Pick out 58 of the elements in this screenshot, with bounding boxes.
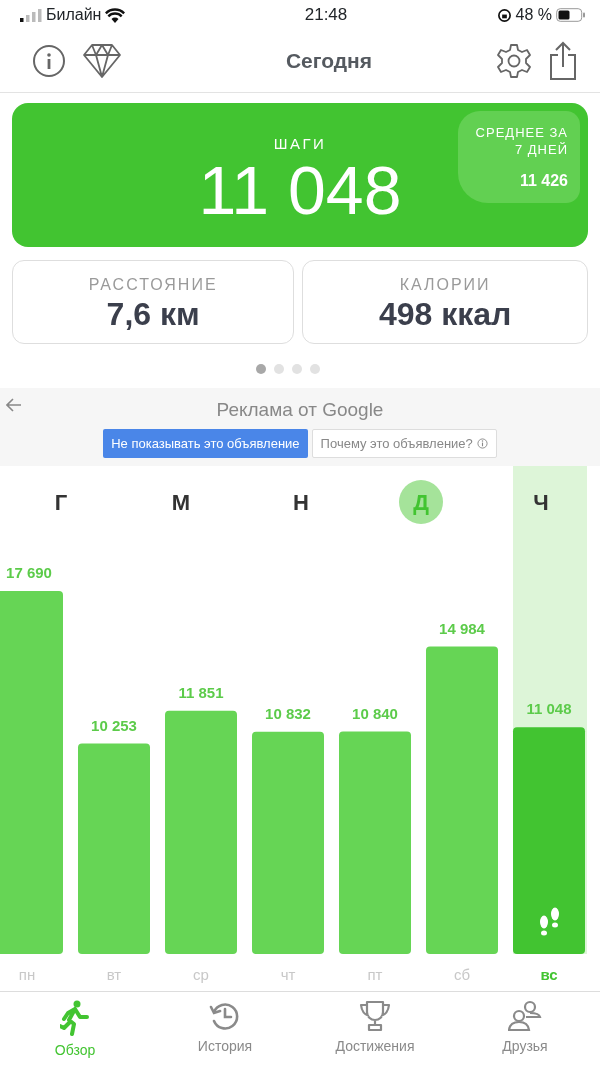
runner-icon xyxy=(60,1000,90,1036)
steps-value: 11 048 xyxy=(198,151,402,228)
friends-icon xyxy=(508,1000,542,1032)
tab[interactable]: Достижения xyxy=(300,992,450,1064)
trophy-icon xyxy=(359,1000,391,1032)
battery-percent: 48 % xyxy=(515,5,552,25)
stat-label: РАССТОЯНИЕ xyxy=(88,276,218,293)
history-icon xyxy=(209,1000,241,1032)
page-dot[interactable] xyxy=(292,364,302,374)
bar-value: 10 832 xyxy=(265,704,311,722)
average-value: 11 426 xyxy=(519,171,568,189)
bar[interactable] xyxy=(252,731,324,954)
settings-icon[interactable] xyxy=(496,43,532,79)
ad-letter: Г xyxy=(53,488,69,517)
bar[interactable] xyxy=(165,710,237,954)
rotation-lock-icon xyxy=(496,7,512,23)
why-ad-button[interactable]: Почему это объявление? xyxy=(311,428,497,458)
stat-value: 498 ккал xyxy=(378,296,512,332)
tab[interactable]: Обзор xyxy=(0,992,150,1064)
info-icon xyxy=(476,437,488,449)
bar[interactable] xyxy=(513,727,585,954)
bar-value: 10 253 xyxy=(91,716,137,734)
ad-letter: Н xyxy=(292,488,310,517)
wifi-icon xyxy=(105,7,126,23)
bar[interactable] xyxy=(426,646,498,954)
page-dot[interactable] xyxy=(256,364,266,374)
ad-letter: М xyxy=(170,488,192,517)
ad-letter: Ч xyxy=(532,488,550,517)
clock-time: 21:48 xyxy=(304,4,348,27)
diamond-icon[interactable] xyxy=(82,43,122,79)
footprints-icon xyxy=(540,907,559,936)
hide-ad-button[interactable]: Не показывать это объявление xyxy=(103,428,308,458)
tab[interactable]: Друзья xyxy=(450,992,600,1064)
bar-value: 11 851 xyxy=(178,683,224,701)
steps-label: ШАГИ xyxy=(273,135,327,152)
bar[interactable] xyxy=(0,591,63,954)
bar-value: 17 690 xyxy=(6,564,52,581)
average-label: СРЕДНЕЕ ЗА 7 ДНЕЙ xyxy=(474,125,568,159)
info-icon[interactable] xyxy=(32,44,66,78)
stat-value: 7,6 км xyxy=(106,296,200,332)
bar-value: 11 048 xyxy=(526,700,572,718)
page-dot[interactable] xyxy=(274,364,284,374)
bar[interactable] xyxy=(339,731,411,954)
screen-title: Сегодня xyxy=(284,48,374,75)
battery-icon xyxy=(556,8,586,22)
day-label: вс xyxy=(540,966,558,983)
bar-value: 14 984 xyxy=(439,619,485,637)
page-dot[interactable] xyxy=(310,364,320,374)
stat-label: КАЛОРИИ xyxy=(399,276,491,293)
carrier-name: Билайн xyxy=(46,5,102,25)
share-icon[interactable] xyxy=(548,41,578,81)
bar[interactable] xyxy=(78,743,150,954)
tab[interactable]: История xyxy=(150,992,300,1064)
back-arrow-icon[interactable] xyxy=(6,398,22,412)
ad-letter: Д xyxy=(399,480,443,524)
ad-title: Реклама от Google xyxy=(216,399,384,420)
signal-icon xyxy=(20,8,42,22)
bar-value: 10 840 xyxy=(352,704,398,722)
